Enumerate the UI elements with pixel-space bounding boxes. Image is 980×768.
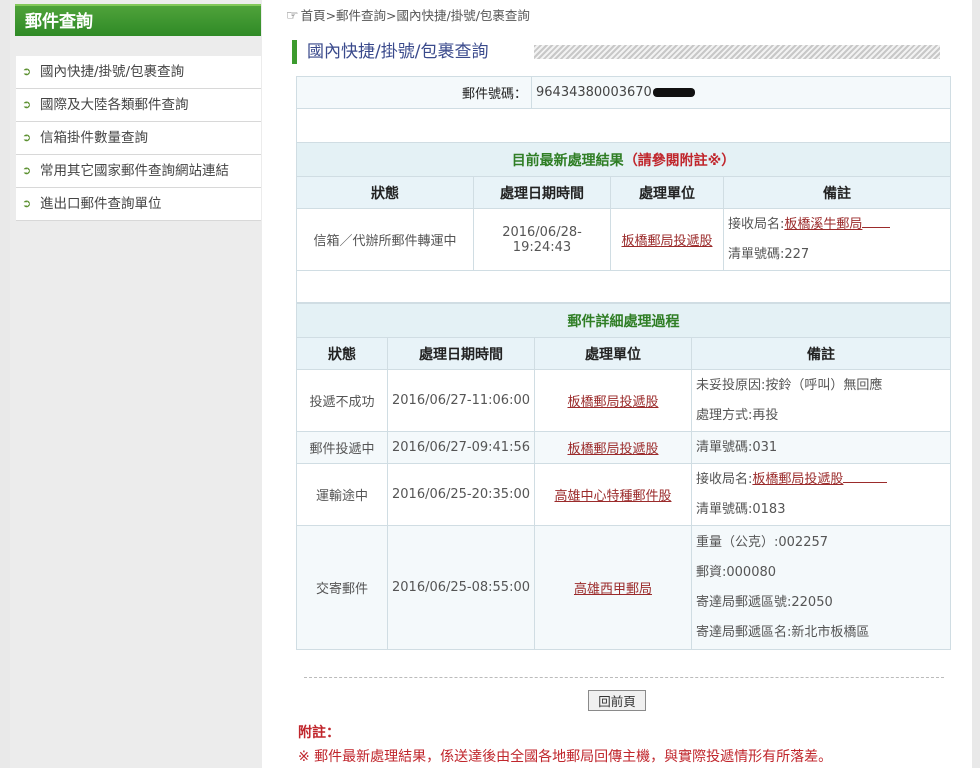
breadcrumb: ☞ 首頁>郵件查詢>國內快捷/掛號/包裹查詢 — [286, 7, 530, 25]
back-button[interactable]: 回前頁 — [588, 690, 646, 711]
note-line: 處理方式:再投 — [696, 407, 779, 423]
note-line: 清單號碼:0183 — [696, 501, 786, 517]
col-datetime: 處理日期時間 — [387, 337, 535, 370]
sidebar-item-label: 國際及大陸各類郵件查詢 — [40, 97, 189, 113]
latest-datetime: 2016/06/28-19:24:43 — [473, 208, 611, 271]
row-datetime: 2016/06/25-20:35:00 — [387, 463, 535, 526]
row-status: 投遞不成功 — [296, 369, 388, 432]
underline-extension — [862, 226, 891, 228]
title-stripe — [534, 45, 940, 59]
arrow-icon: ➲ — [22, 98, 32, 111]
latest-note-line1: 接收局名:板橋溪牛郵局 — [728, 210, 946, 240]
sidebar-item-label: 進出口郵件查詢單位 — [40, 196, 162, 212]
note-line: 清單號碼:031 — [696, 439, 778, 455]
row-unit-cell: 板橋郵局投遞股 — [534, 369, 692, 432]
row-datetime: 2016/06/27-09:41:56 — [387, 431, 535, 464]
row-unit-link[interactable]: 板橋郵局投遞股 — [567, 442, 658, 457]
latest-title-note[interactable]: （請參閱附註※） — [624, 153, 736, 169]
col-status: 狀態 — [296, 337, 388, 370]
breadcrumb-text[interactable]: 首頁>郵件查詢>國內快捷/掛號/包裹查詢 — [301, 8, 530, 23]
row-note-cell: 未妥投原因:按鈴（呼叫）無回應 處理方式:再投 — [691, 369, 951, 432]
tracking-label: 郵件號碼： — [296, 76, 532, 109]
note-line: 未妥投原因:按鈴（呼叫）無回應 — [696, 377, 883, 393]
latest-receiving-office-link[interactable]: 板橋溪牛郵局 — [784, 217, 862, 232]
note-line: 寄達局郵遞區號:22050 — [696, 594, 833, 610]
detail-process-title: 郵件詳細處理過程 — [296, 303, 951, 338]
note-line: 重量（公克）:002257 — [696, 534, 829, 550]
divider — [304, 677, 944, 678]
arrow-icon: ➲ — [22, 65, 32, 78]
sidebar-item-international[interactable]: ➲ 國際及大陸各類郵件查詢 — [16, 89, 261, 122]
receiving-office-link[interactable]: 板橋郵局投遞股 — [752, 472, 843, 487]
latest-title-text: 目前最新處理結果 — [511, 152, 624, 169]
tracking-table: 郵件號碼： 96434380003670 — [296, 76, 951, 143]
row-datetime: 2016/06/27-11:06:00 — [387, 369, 535, 432]
sidebar-item-label: 信箱掛件數量查詢 — [40, 130, 148, 146]
hand-pointer-icon: ☞ — [286, 8, 299, 24]
col-note: 備註 — [691, 337, 951, 370]
note-line: 接收局名:板橋郵局投遞股 — [696, 465, 946, 495]
footnote-title: 附註： — [298, 725, 340, 741]
row-note-cell: 接收局名:板橋郵局投遞股 清單號碼:0183 — [691, 463, 951, 526]
redacted-mark — [652, 88, 695, 97]
sidebar: 郵件查詢 ➲ 國內快捷/掛號/包裹查詢 ➲ 國際及大陸各類郵件查詢 ➲ 信箱掛件… — [10, 0, 262, 768]
sidebar-menu: ➲ 國內快捷/掛號/包裹查詢 ➲ 國際及大陸各類郵件查詢 ➲ 信箱掛件數量查詢 … — [16, 56, 261, 221]
note-line: 郵資:000080 — [696, 564, 777, 580]
row-datetime: 2016/06/25-08:55:00 — [387, 525, 535, 650]
sidebar-item-label: 常用其它國家郵件查詢網站連結 — [40, 163, 229, 179]
table-row: 運輸途中 2016/06/25-20:35:00 高雄中心特種郵件股 接收局名:… — [296, 463, 951, 526]
detail-process-table: 郵件詳細處理過程 狀態 處理日期時間 處理單位 備註 投遞不成功 2016/06… — [296, 303, 951, 650]
footnote-text: ※ 郵件最新處理結果，係送達後由全國各地郵局回傳主機，與實際投遞情形有所落差。 — [298, 749, 833, 765]
row-unit-link[interactable]: 高雄西甲郵局 — [574, 582, 652, 597]
latest-result-table: 目前最新處理結果（請參閱附註※） 狀態 處理日期時間 處理單位 備註 信箱／代辦… — [296, 142, 951, 303]
latest-status: 信箱／代辦所郵件轉運中 — [296, 208, 474, 271]
row-unit-cell: 板橋郵局投遞股 — [534, 431, 692, 464]
page-title: 國內快捷/掛號/包裹查詢 — [292, 40, 488, 64]
col-unit: 處理單位 — [610, 176, 724, 209]
latest-note-cell: 接收局名:板橋溪牛郵局 清單號碼:227 — [723, 208, 951, 271]
note-prefix: 接收局名: — [728, 216, 785, 232]
sidebar-item-label: 國內快捷/掛號/包裹查詢 — [40, 64, 185, 80]
main-content: ☞ 首頁>郵件查詢>國內快捷/掛號/包裹查詢 國內快捷/掛號/包裹查詢 郵件號碼：… — [286, 0, 966, 768]
row-unit-link[interactable]: 板橋郵局投遞股 — [567, 395, 658, 410]
note-line: 寄達局郵遞區名:新北市板橋區 — [696, 624, 870, 640]
page-frame: 郵件查詢 ➲ 國內快捷/掛號/包裹查詢 ➲ 國際及大陸各類郵件查詢 ➲ 信箱掛件… — [10, 0, 972, 768]
col-status: 狀態 — [296, 176, 474, 209]
spacer-row — [296, 270, 951, 303]
col-unit: 處理單位 — [534, 337, 692, 370]
row-unit-link[interactable]: 高雄中心特種郵件股 — [554, 489, 671, 504]
table-row: 投遞不成功 2016/06/27-11:06:00 板橋郵局投遞股 未妥投原因:… — [296, 369, 951, 432]
tracking-number: 96434380003670 — [536, 85, 652, 100]
sidebar-item-import-export[interactable]: ➲ 進出口郵件查詢單位 — [16, 188, 261, 221]
sidebar-item-mailbox[interactable]: ➲ 信箱掛件數量查詢 — [16, 122, 261, 155]
latest-note-line2: 清單號碼:227 — [728, 246, 810, 262]
row-unit-cell: 高雄西甲郵局 — [534, 525, 692, 650]
tracking-number-cell: 96434380003670 — [531, 76, 951, 109]
row-note-cell: 清單號碼:031 — [691, 431, 951, 464]
latest-unit-cell: 板橋郵局投遞股 — [610, 208, 724, 271]
underline-extension — [843, 481, 888, 483]
latest-unit-link[interactable]: 板橋郵局投遞股 — [621, 234, 712, 249]
arrow-icon: ➲ — [22, 164, 32, 177]
sidebar-item-domestic[interactable]: ➲ 國內快捷/掛號/包裹查詢 — [16, 56, 261, 89]
spacer-row — [296, 108, 951, 143]
col-datetime: 處理日期時間 — [473, 176, 611, 209]
table-row: 交寄郵件 2016/06/25-08:55:00 高雄西甲郵局 重量（公克）:0… — [296, 525, 951, 650]
sidebar-item-other-countries[interactable]: ➲ 常用其它國家郵件查詢網站連結 — [16, 155, 261, 188]
row-status: 郵件投遞中 — [296, 431, 388, 464]
latest-result-title: 目前最新處理結果（請參閱附註※） — [296, 142, 951, 177]
row-status: 交寄郵件 — [296, 525, 388, 650]
col-note: 備註 — [723, 176, 951, 209]
row-note-cell: 重量（公克）:002257 郵資:000080 寄達局郵遞區號:22050 寄達… — [691, 525, 951, 650]
note-prefix: 接收局名: — [696, 471, 753, 487]
arrow-icon: ➲ — [22, 131, 32, 144]
sidebar-title: 郵件查詢 — [15, 4, 261, 36]
row-status: 運輸途中 — [296, 463, 388, 526]
row-unit-cell: 高雄中心特種郵件股 — [534, 463, 692, 526]
table-row: 郵件投遞中 2016/06/27-09:41:56 板橋郵局投遞股 清單號碼:0… — [296, 431, 951, 464]
arrow-icon: ➲ — [22, 197, 32, 210]
